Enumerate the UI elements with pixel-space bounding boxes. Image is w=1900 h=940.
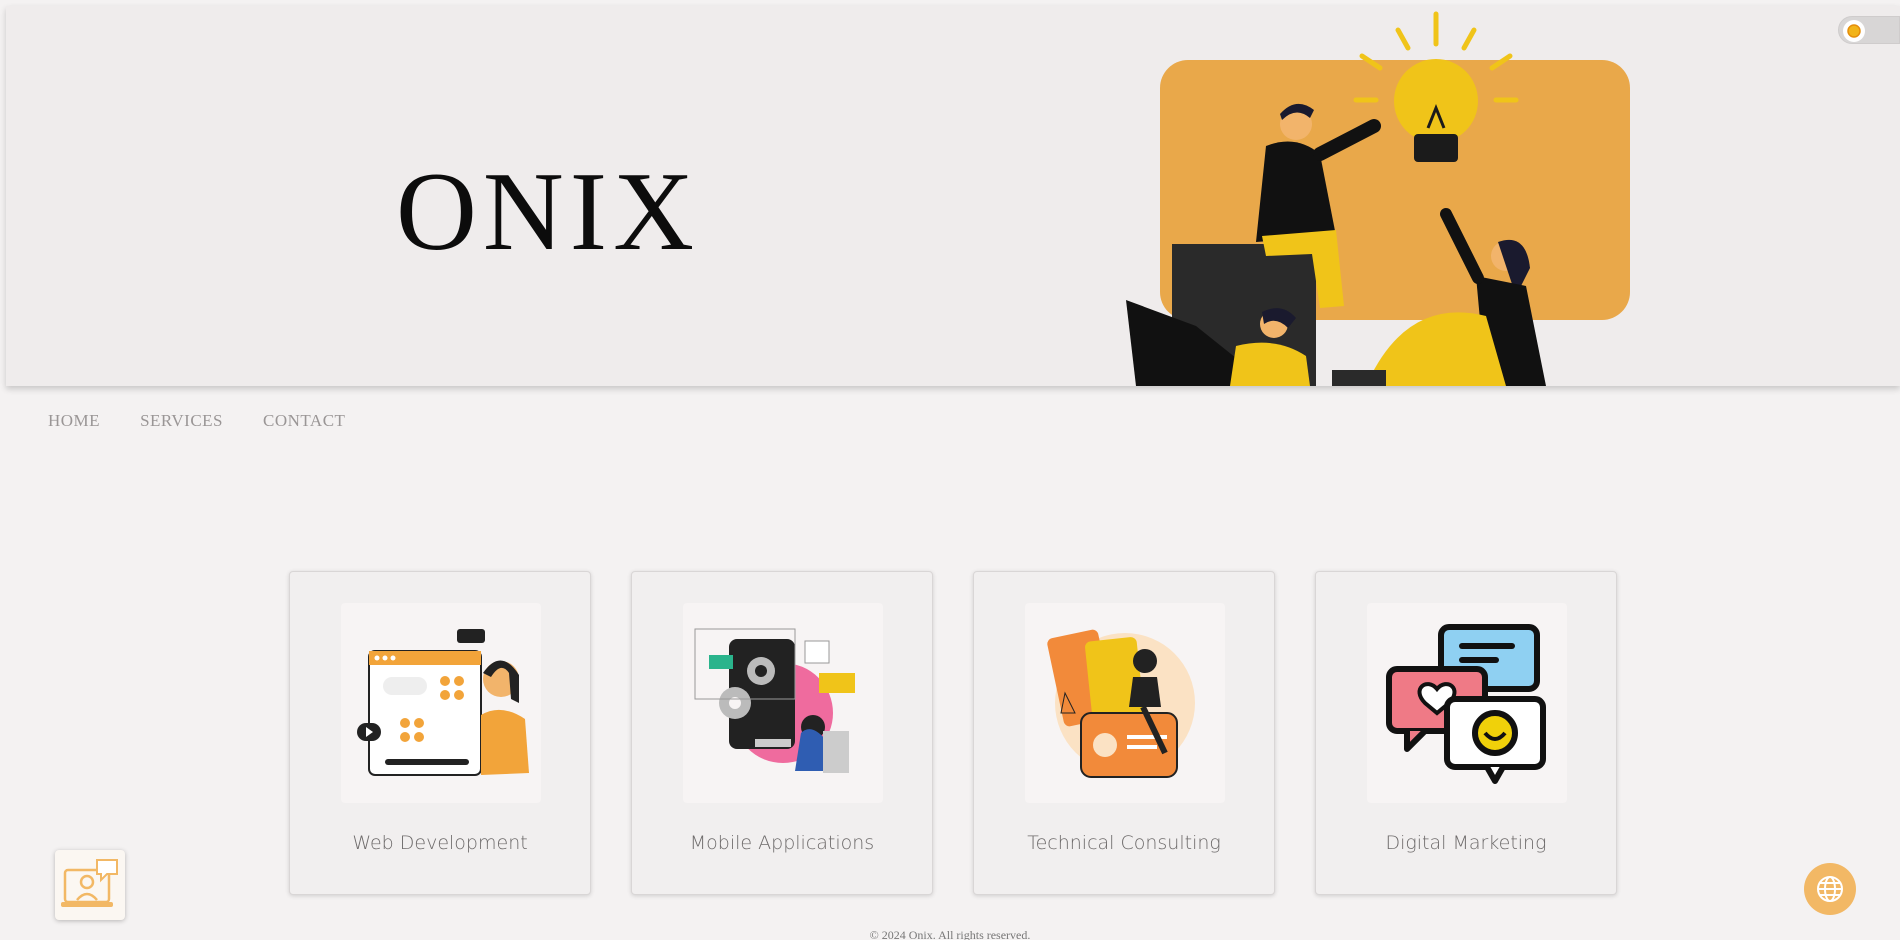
service-card-web-development[interactable]: Web Development: [289, 571, 591, 895]
service-card-label: Web Development: [352, 832, 528, 854]
digital-marketing-illustration: [1367, 603, 1567, 803]
web-development-illustration: [341, 603, 541, 803]
mobile-applications-illustration: [683, 603, 883, 803]
nav-item-home[interactable]: HOME: [48, 411, 100, 431]
main-nav: HOME SERVICES CONTACT: [48, 411, 345, 431]
nav-item-contact[interactable]: CONTACT: [263, 411, 345, 431]
nav-item-services[interactable]: SERVICES: [140, 411, 223, 431]
service-card-label: Digital Marketing: [1385, 832, 1547, 854]
service-card-digital-marketing[interactable]: Digital Marketing: [1315, 571, 1617, 895]
service-card-technical-consulting[interactable]: Technical Consulting: [973, 571, 1275, 895]
technical-consulting-illustration: [1025, 603, 1225, 803]
sun-icon: [1843, 20, 1865, 42]
service-card-label: Technical Consulting: [1027, 832, 1221, 854]
footer-copyright: © 2024 Onix. All rights reserved.: [869, 928, 1031, 940]
support-chat-icon[interactable]: [55, 850, 125, 920]
service-card-mobile-applications[interactable]: Mobile Applications: [631, 571, 933, 895]
service-card-label: Mobile Applications: [689, 832, 875, 854]
services-grid: Web Development Mobile Applications Tech…: [289, 571, 1617, 895]
brand-title: ONIX: [396, 150, 700, 274]
hero-banner: ONIX: [6, 6, 1900, 386]
theme-toggle[interactable]: [1838, 16, 1900, 44]
hero-illustration: [1126, 11, 1630, 386]
globe-icon[interactable]: [1804, 863, 1856, 915]
